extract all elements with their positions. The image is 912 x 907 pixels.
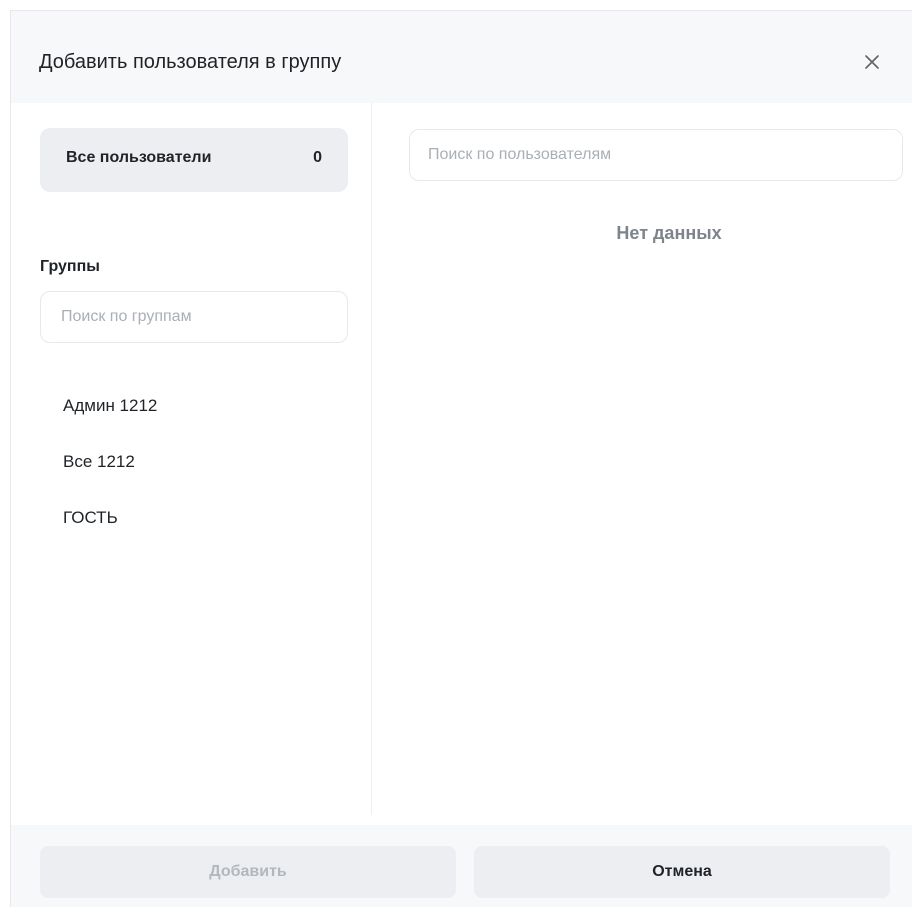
group-item-guest[interactable]: ГОСТЬ	[63, 508, 118, 528]
user-search-input[interactable]	[409, 129, 903, 181]
empty-state-text: Нет данных	[616, 223, 722, 243]
close-icon	[865, 55, 879, 69]
group-item-admin[interactable]: Админ 1212	[63, 396, 157, 416]
group-item-all[interactable]: Все 1212	[63, 452, 135, 472]
add-user-to-group-dialog: Добавить пользователя в группу Все польз…	[10, 10, 912, 907]
all-users-label: Все пользователи	[66, 149, 212, 166]
close-button[interactable]	[861, 51, 883, 73]
dialog-title: Добавить пользователя в группу	[39, 51, 342, 73]
groups-heading: Группы	[40, 258, 100, 275]
cancel-button[interactable]: Отмена	[474, 846, 890, 898]
add-button[interactable]: Добавить	[40, 846, 456, 898]
all-users-count: 0	[313, 149, 322, 166]
dialog-header: Добавить пользователя в группу	[11, 11, 912, 103]
all-users-item[interactable]: Все пользователи 0	[40, 128, 348, 192]
group-search-input[interactable]	[40, 291, 348, 343]
